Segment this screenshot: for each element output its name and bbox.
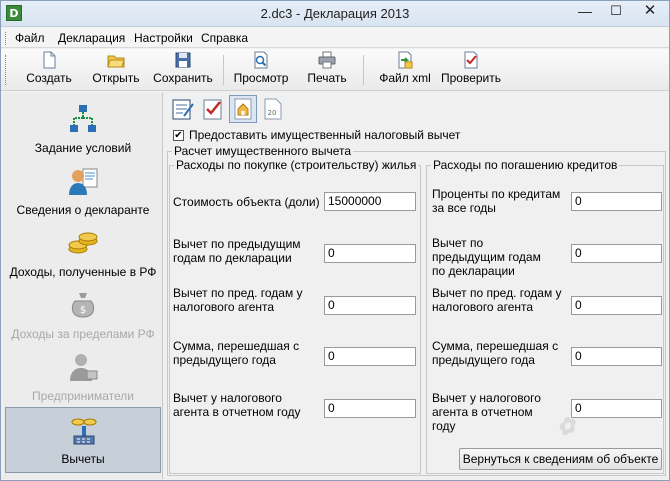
loan-carried-over-label: Сумма, перешедшая с предыдущего года [432, 339, 559, 367]
save-button[interactable]: Сохранить [152, 51, 214, 89]
prev-years-declaration-input[interactable]: 0 [324, 244, 416, 263]
menu-grip[interactable] [5, 32, 8, 45]
sidebar-item-conditions[interactable]: Задание условий [5, 97, 161, 159]
scales-coins-icon [71, 418, 97, 445]
create-button[interactable]: Создать [23, 51, 75, 89]
create-label: Создать [26, 71, 72, 85]
carried-over-input[interactable]: 0 [324, 347, 416, 366]
xml-file-label: Файл xml [379, 71, 431, 85]
edit-form-icon [172, 99, 194, 120]
maximize-button[interactable]: ☐ [601, 1, 631, 23]
toolbar-separator [363, 55, 364, 85]
loan-expenses-title: Расходы по погашению кредитов [431, 158, 620, 172]
menu-help[interactable]: Справка [201, 31, 248, 45]
coins-icon [68, 232, 98, 254]
xml-file-button[interactable]: Файл xml [377, 51, 433, 89]
loan-prev-years-agent-label: Вычет по пред. годам у налогового агента [432, 286, 562, 314]
svg-text:$: $ [80, 305, 86, 316]
check-button[interactable]: Проверить [439, 51, 503, 89]
tab-forms[interactable] [169, 95, 197, 123]
loan-prev-years-declaration-input[interactable]: 0 [571, 244, 662, 263]
loan-prev-years-agent-input[interactable]: 0 [571, 296, 662, 315]
purchase-expenses-title: Расходы по покупке (строительству) жилья [174, 158, 419, 172]
property-deduction-checkbox-label: Предоставить имущественный налоговый выч… [189, 128, 461, 142]
menu-declaration[interactable]: Декларация [58, 31, 125, 45]
app-window: D 2.dc3 - Декларация 2013 — ☐ ✕ Файл Дек… [0, 0, 670, 481]
floppy-disk-icon [175, 52, 191, 68]
menu-file[interactable]: Файл [15, 31, 45, 45]
businessman-icon [70, 354, 98, 381]
money-bag-icon: $ [71, 293, 95, 318]
menu-bar: Файл Декларация Настройки Справка [1, 28, 669, 48]
sidebar-item-declarant[interactable]: Сведения о декларанте [5, 159, 161, 221]
flowchart-icon [70, 105, 96, 132]
person-card-icon [69, 168, 98, 195]
close-button[interactable]: ✕ [631, 1, 669, 23]
checklist-icon [203, 99, 222, 120]
printer-icon [318, 51, 336, 69]
house-icon [234, 98, 252, 120]
loan-carried-over-input[interactable]: 0 [571, 347, 662, 366]
back-to-object-info-button[interactable]: Вернуться к сведениям об объекте [459, 448, 662, 470]
sidebar-item-label: Доходы, полученные в РФ [9, 265, 157, 279]
toolbar-grip[interactable] [5, 55, 8, 85]
xml-export-icon [398, 51, 413, 69]
sidebar-item-label: Доходы за пределами РФ [11, 327, 155, 341]
loan-interest-input[interactable]: 0 [571, 192, 662, 211]
object-cost-input[interactable]: 15000000 [324, 192, 416, 211]
sidebar-item-label: Предприниматели [32, 389, 134, 403]
prev-years-agent-input[interactable]: 0 [324, 296, 416, 315]
preview-button[interactable]: Просмотр [231, 51, 291, 89]
tab-checklist[interactable] [199, 95, 227, 123]
agent-current-year-input[interactable]: 0 [324, 399, 416, 418]
print-label: Печать [307, 71, 347, 85]
open-folder-icon [107, 55, 125, 68]
toolbar-separator [223, 55, 224, 85]
svg-text:20: 20 [268, 109, 277, 117]
tab-property[interactable] [229, 95, 257, 123]
open-label: Открыть [92, 71, 140, 85]
sidebar-item-deductions[interactable]: Вычеты [5, 407, 161, 473]
property-deduction-group-title: Расчет имущественного вычета [172, 144, 354, 158]
sidebar-item-income-abroad[interactable]: $ Доходы за пределами РФ [5, 283, 161, 345]
magnifier-icon [254, 51, 268, 69]
tab-page-20[interactable]: 20 [259, 95, 287, 123]
print-button[interactable]: Печать [303, 51, 351, 89]
sidebar-item-label: Задание условий [34, 141, 132, 155]
carried-over-label: Сумма, перешедшая с предыдущего года [173, 339, 300, 367]
loan-agent-current-year-label: Вычет у налогового агента в отчетном год… [432, 391, 541, 433]
sidebar-item-label: Сведения о декларанте [16, 203, 150, 217]
prev-years-agent-label: Вычет по пред. годам у налогового агента [173, 286, 303, 314]
save-label: Сохранить [153, 71, 213, 85]
sidebar-item-income-rf[interactable]: Доходы, полученные в РФ [5, 221, 161, 283]
check-label: Проверить [440, 71, 501, 85]
loan-prev-years-declaration-label: Вычет по предыдущим годам по декларации [432, 236, 541, 278]
title-bar: D 2.dc3 - Декларация 2013 — ☐ ✕ [1, 1, 669, 27]
agent-current-year-label: Вычет у налогового агента в отчетном год… [173, 391, 301, 419]
prev-years-declaration-label: Вычет по предыдущим годам по декларации [173, 237, 301, 265]
open-button[interactable]: Открыть [89, 51, 143, 89]
loan-interest-label: Проценты по кредитам за все годы [432, 187, 561, 215]
menu-settings[interactable]: Настройки [134, 31, 193, 45]
purchase-expenses-group: Расходы по покупке (строительству) жилья [169, 158, 421, 474]
new-document-icon [43, 51, 56, 69]
check-document-icon [464, 51, 478, 69]
toolbar: Создать Открыть Сохранить Просмотр Печат… [1, 49, 669, 91]
property-deduction-checkbox[interactable]: ✔ [173, 130, 184, 141]
sidebar-item-label: Вычеты [61, 452, 105, 466]
page-20-icon: 20 [264, 98, 282, 120]
minimize-button[interactable]: — [569, 1, 601, 23]
sidebar-item-entrepreneurs[interactable]: Предприниматели [5, 345, 161, 407]
sidebar: Задание условий Сведения о декларанте До… [3, 93, 163, 479]
preview-label: Просмотр [233, 71, 289, 85]
object-cost-label: Стоимость объекта (доли) [173, 195, 320, 209]
